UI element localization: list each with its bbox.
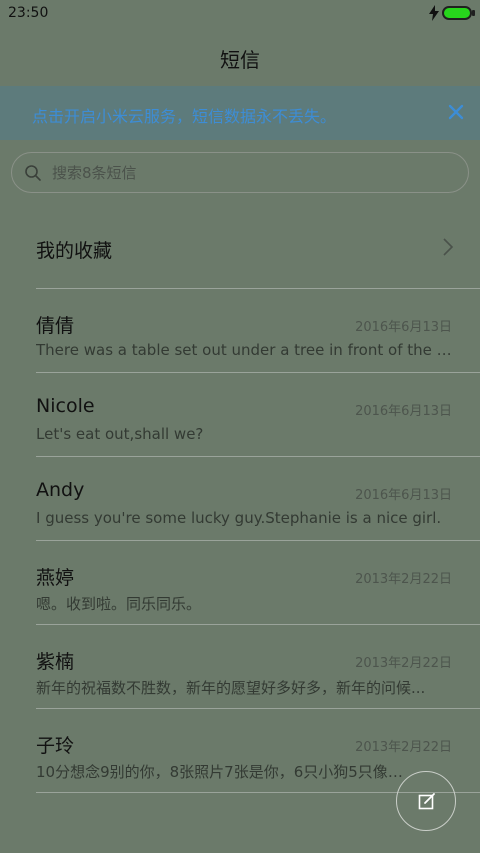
conversation-item[interactable]: 紫楠 2013年2月22日 新年的祝福数不胜数，新年的愿望好多好多，新年的问候.… bbox=[0, 625, 480, 709]
message-date: 2016年6月13日 bbox=[355, 320, 452, 335]
contact-name: 燕婷 bbox=[36, 567, 75, 589]
search-bar[interactable] bbox=[11, 152, 469, 193]
contact-name: Nicole bbox=[36, 395, 95, 417]
banner-text[interactable]: 点击开启小米云服务，短信数据永不丢失。 bbox=[32, 103, 336, 127]
message-preview: 嗯。收到啦。同乐同乐。 bbox=[36, 595, 202, 613]
battery-icon bbox=[442, 6, 472, 20]
compose-icon bbox=[418, 793, 435, 810]
favorites-row[interactable]: 我的收藏 bbox=[0, 205, 480, 289]
message-date: 2013年2月22日 bbox=[355, 740, 452, 755]
contact-name: Andy bbox=[36, 479, 85, 501]
conversation-item[interactable]: Nicole 2016年6月13日 Let's eat out,shall we… bbox=[0, 373, 480, 457]
contact-name: 倩倩 bbox=[36, 315, 75, 337]
chevron-right-icon bbox=[443, 238, 454, 256]
compose-button[interactable] bbox=[396, 771, 456, 831]
page-title: 短信 bbox=[220, 48, 260, 72]
battery-tip bbox=[472, 10, 475, 16]
conversation-item[interactable]: 燕婷 2013年2月22日 嗯。收到啦。同乐同乐。 bbox=[0, 541, 480, 625]
contact-name: 子玲 bbox=[36, 735, 75, 757]
message-date: 2016年6月13日 bbox=[355, 404, 452, 419]
message-preview: 10分想念9别的你，8张照片7张是你，6只小狗5只像你，4... bbox=[36, 763, 416, 781]
contact-name: 紫楠 bbox=[36, 651, 75, 673]
message-preview: 新年的祝福数不胜数，新年的愿望好多好多，新年的问候... bbox=[36, 679, 426, 697]
message-date: 2016年6月13日 bbox=[355, 488, 452, 503]
cloud-service-banner[interactable]: 点击开启小米云服务，短信数据永不丢失。 bbox=[0, 86, 480, 140]
conversation-item[interactable]: 倩倩 2016年6月13日 There was a table set out … bbox=[0, 289, 480, 373]
message-date: 2013年2月22日 bbox=[355, 572, 452, 587]
close-icon[interactable] bbox=[444, 100, 468, 124]
charging-icon bbox=[429, 5, 439, 21]
message-date: 2013年2月22日 bbox=[355, 656, 452, 671]
search-input[interactable] bbox=[50, 161, 434, 185]
message-preview: There was a table set out under a tree i… bbox=[36, 341, 456, 359]
search-icon bbox=[25, 165, 41, 181]
status-bar: 23:50 bbox=[0, 0, 480, 28]
status-time: 23:50 bbox=[8, 5, 49, 21]
message-preview: Let's eat out,shall we? bbox=[36, 425, 204, 443]
favorites-label: 我的收藏 bbox=[36, 240, 113, 262]
conversation-item[interactable]: Andy 2016年6月13日 I guess you're some luck… bbox=[0, 457, 480, 541]
message-preview: I guess you're some lucky guy.Stephanie … bbox=[36, 509, 442, 527]
